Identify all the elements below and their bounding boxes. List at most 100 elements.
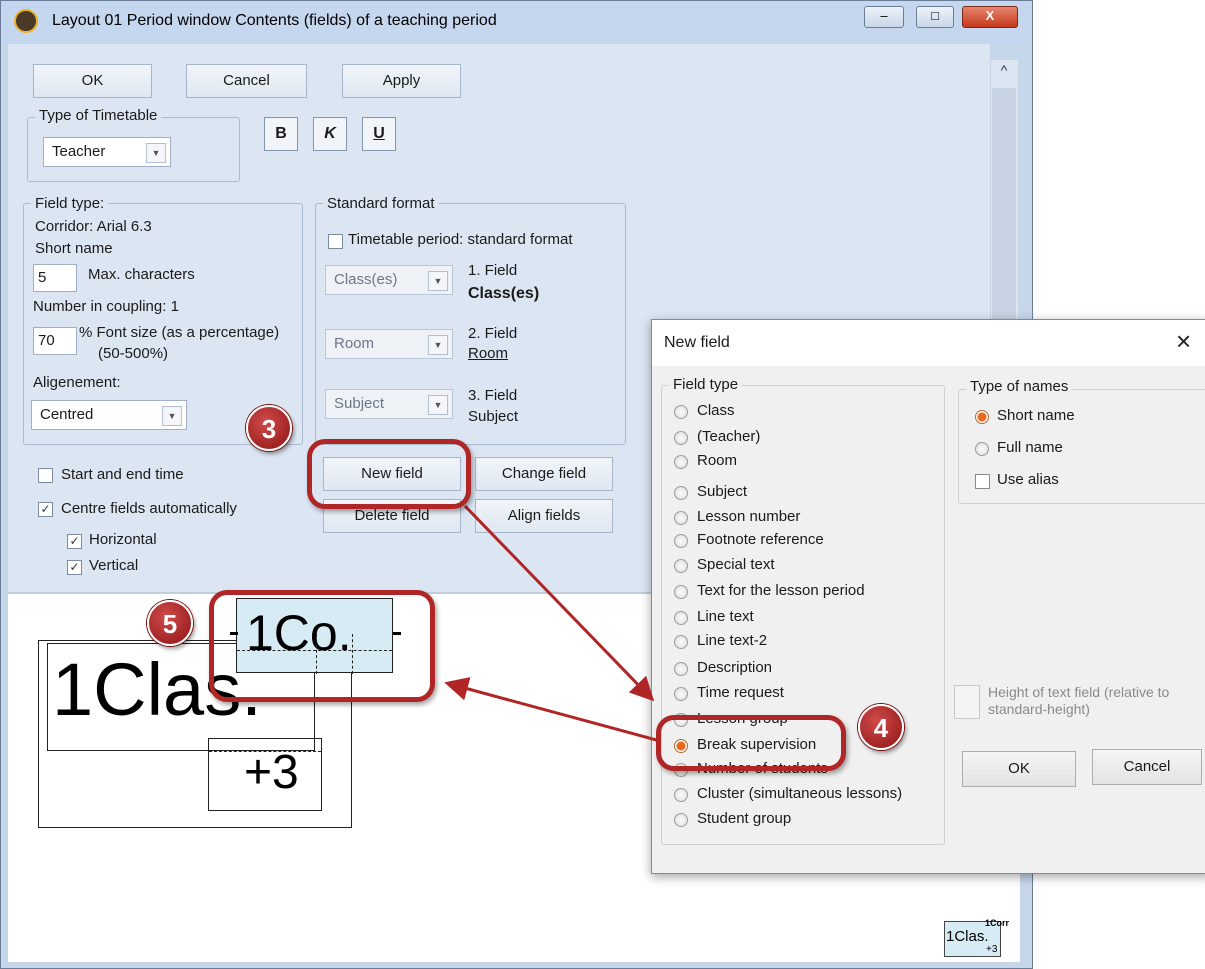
full-name-label: Full name <box>997 439 1063 456</box>
chevron-down-icon: ▼ <box>146 143 166 163</box>
use-alias-label: Use alias <box>997 471 1059 488</box>
field-type-radio[interactable] <box>674 511 688 525</box>
chevron-down-icon: ▼ <box>428 335 448 355</box>
field-type-label: Cluster (simultaneous lessons) <box>697 785 903 802</box>
scroll-up-arrow-icon[interactable]: ^ <box>992 62 1016 82</box>
field2-label: 2. Field <box>468 325 518 342</box>
dialog-title: New field <box>664 334 730 351</box>
field-type-radio[interactable] <box>674 788 688 802</box>
field-type-font: Corridor: Arial 6.3 <box>35 218 152 235</box>
field-type-label: Student group <box>697 810 792 827</box>
underline-button[interactable]: U <box>362 117 396 151</box>
field-type-radio[interactable] <box>674 813 688 827</box>
font-size-input[interactable]: 70 <box>33 327 77 355</box>
field-type-radio[interactable] <box>674 611 688 625</box>
centre-auto-label: Centre fields automatically <box>61 500 237 517</box>
timetable-type-value: Teacher <box>52 143 106 160</box>
field-type-label: Room <box>697 452 738 469</box>
field-type-radio[interactable] <box>674 405 688 419</box>
field-type-radio[interactable] <box>674 486 688 500</box>
field-type-radio[interactable] <box>674 559 688 573</box>
field3-value: Subject <box>468 408 519 425</box>
chevron-down-icon: ▼ <box>162 406 182 426</box>
field-type-radio[interactable] <box>674 662 688 676</box>
align-fields-button[interactable]: Align fields <box>475 499 613 533</box>
names-group-title: Type of names <box>966 378 1073 395</box>
field-type-radio[interactable] <box>674 431 688 445</box>
field1-value: Class(es) <box>468 285 540 302</box>
field-type-label: Lesson number <box>697 508 801 525</box>
field3-label: 3. Field <box>468 387 518 404</box>
short-name-radio[interactable] <box>975 410 989 424</box>
field-type-radio[interactable] <box>674 585 688 599</box>
full-name-radio[interactable] <box>975 442 989 456</box>
field-type-radio[interactable] <box>674 534 688 548</box>
centre-auto-checkbox[interactable]: ✓ <box>38 502 53 517</box>
field-type-label: Line text-2 <box>697 632 768 649</box>
step-4-badge: 4 <box>858 704 904 750</box>
maximize-button[interactable]: □ <box>916 6 954 28</box>
use-alias-checkbox[interactable] <box>975 474 990 489</box>
vertical-checkbox[interactable]: ✓ <box>67 560 82 575</box>
start-end-checkbox[interactable] <box>38 468 53 483</box>
field-type-label: Description <box>697 659 773 676</box>
app-clock-icon <box>14 9 38 33</box>
chevron-down-icon: ▼ <box>428 271 448 291</box>
callout-break-supervision-highlight <box>656 715 846 771</box>
alignment-select[interactable]: Centred ▼ <box>31 400 187 430</box>
thumbnail-corridor: 1Corr <box>985 918 1010 928</box>
coupling-count: Number in coupling: 1 <box>33 298 179 315</box>
standard-format-checkbox[interactable] <box>328 234 343 249</box>
step-3-badge: 3 <box>246 405 292 451</box>
horizontal-checkbox[interactable]: ✓ <box>67 534 82 549</box>
field-type-name: Short name <box>35 240 113 257</box>
window-title: Layout 01 Period window Contents (fields… <box>52 12 497 29</box>
change-field-button[interactable]: Change field <box>475 457 613 491</box>
thumbnail-count: +3 <box>986 944 998 955</box>
field-type-radio[interactable] <box>674 687 688 701</box>
count-field-text: +3 <box>244 746 299 799</box>
field-type-label: Subject <box>697 483 748 500</box>
bold-button[interactable]: B <box>264 117 298 151</box>
callout-new-field-highlight <box>307 439 471 509</box>
timetable-type-title: Type of Timetable <box>35 107 162 124</box>
field2-select: Room ▼ <box>325 329 453 359</box>
vertical-label: Vertical <box>89 557 139 574</box>
max-characters-input[interactable]: 5 <box>33 264 77 292</box>
field-type-label: (Teacher) <box>697 428 761 445</box>
field-type-label: Footnote reference <box>697 531 824 548</box>
dialog-close-icon[interactable]: × <box>1176 326 1191 356</box>
timetable-type-select[interactable]: Teacher ▼ <box>43 137 171 167</box>
alignment-label: Aligenement: <box>33 374 121 391</box>
ok-button[interactable]: OK <box>33 64 152 98</box>
field-type-label: Special text <box>697 556 775 573</box>
field-type-label: Class <box>697 402 735 419</box>
close-button[interactable]: X <box>962 6 1018 28</box>
apply-button[interactable]: Apply <box>342 64 461 98</box>
height-label: Height of text field (relative to standa… <box>988 684 1170 717</box>
field-type-radio[interactable] <box>674 635 688 649</box>
chevron-down-icon: ▼ <box>428 395 448 415</box>
field-type-title: Field type: <box>31 195 109 212</box>
field-type-label: Line text <box>697 608 754 625</box>
dialog-cancel-button[interactable]: Cancel <box>1092 749 1202 785</box>
dialog-title-bar[interactable] <box>652 320 1205 366</box>
field1-label: 1. Field <box>468 262 518 279</box>
names-group <box>958 389 1205 504</box>
minimize-button[interactable]: – <box>864 6 904 28</box>
step-5-badge: 5 <box>147 600 193 646</box>
dialog-ok-button[interactable]: OK <box>962 751 1076 787</box>
font-size-range: (50-500%) <box>98 345 169 362</box>
start-end-label: Start and end time <box>61 466 184 483</box>
standard-format-title: Standard format <box>323 195 439 212</box>
field1-select-value: Class(es) <box>334 271 398 288</box>
short-name-label: Short name <box>997 407 1075 424</box>
field1-select: Class(es) ▼ <box>325 265 453 295</box>
standard-format-checkbox-label: Timetable period: standard format <box>348 231 573 248</box>
field-type-radio[interactable] <box>674 455 688 469</box>
height-input <box>954 685 980 719</box>
field-type-label: Time request <box>697 684 784 701</box>
field3-select-value: Subject <box>334 395 385 412</box>
italic-button[interactable]: K <box>313 117 347 151</box>
cancel-button[interactable]: Cancel <box>186 64 307 98</box>
